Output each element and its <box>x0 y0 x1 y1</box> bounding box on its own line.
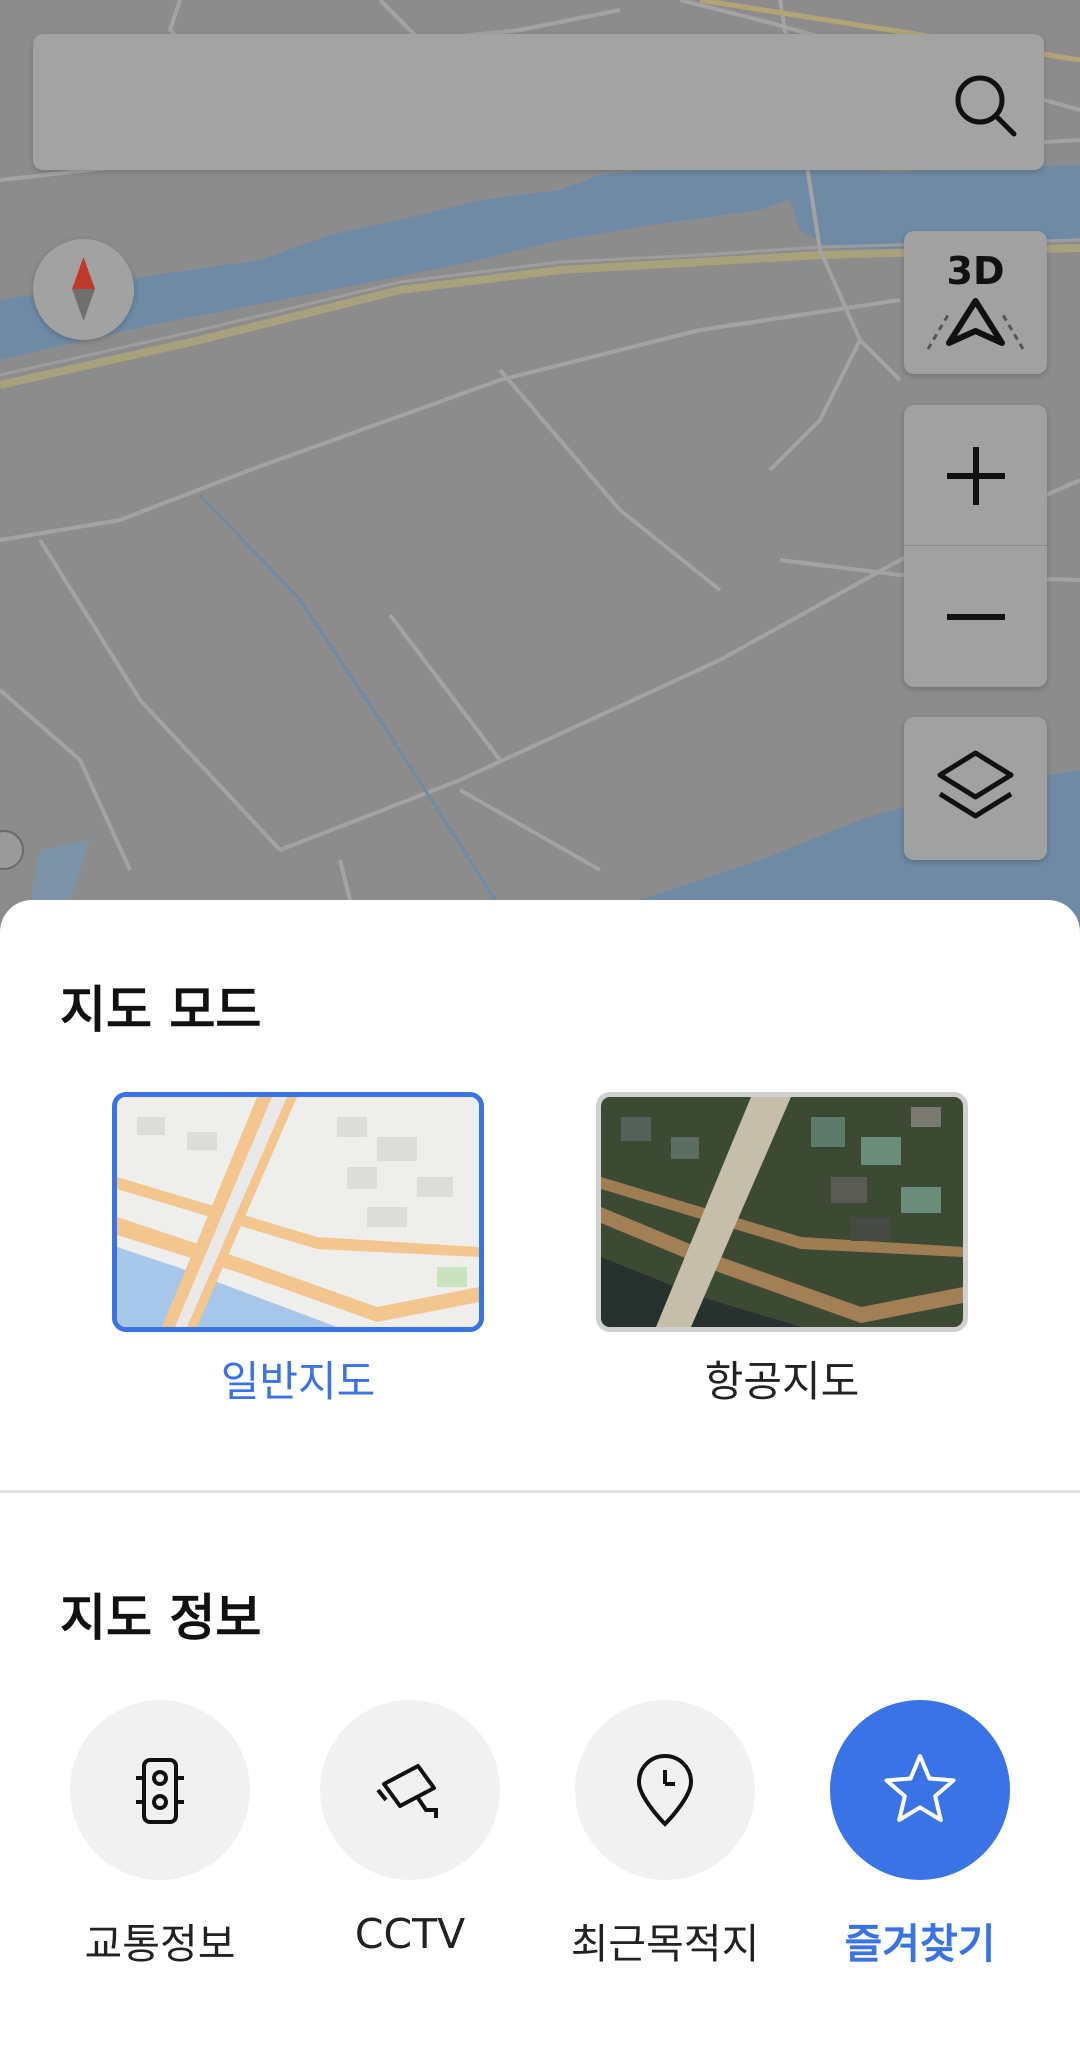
map-view[interactable]: 3D <box>0 0 1080 940</box>
recent-destinations-circle[interactable] <box>575 1700 755 1880</box>
compass-button[interactable] <box>33 239 134 340</box>
recent-destinations-label: 최근목적지 <box>570 1920 760 1968</box>
zoom-out-button[interactable] <box>904 546 1047 687</box>
cctv-circle[interactable] <box>320 1700 500 1880</box>
map-info-title: 지도 정보 <box>60 1589 262 1647</box>
search-bar[interactable] <box>33 34 1044 170</box>
map-options-sheet: 지도 모드 일반지도 항공지도 지도 정보 교통정보 CCTV 최근목적지 즐겨… <box>0 900 1080 2051</box>
normal-map-thumbnail <box>117 1097 479 1327</box>
recent-location-pin-icon <box>636 1753 694 1827</box>
section-divider <box>0 1490 1080 1493</box>
cctv-camera-icon <box>376 1764 438 1818</box>
normal-map-option[interactable] <box>112 1092 484 1332</box>
3d-navigation-arrow-icon <box>926 298 1025 350</box>
cctv-label: CCTV <box>354 1910 466 1958</box>
normal-map-label[interactable]: 일반지도 <box>112 1348 484 1409</box>
zoom-controls <box>904 405 1047 687</box>
map-screen: 3D 지도 모드 일반지도 항공지도 지도 정보 교통정보 CCTV 최근목적지… <box>0 0 1080 2051</box>
search-icon[interactable] <box>950 70 1020 140</box>
zoom-in-button[interactable] <box>904 405 1047 546</box>
traffic-light-icon <box>136 1758 184 1824</box>
minus-icon <box>947 614 1005 620</box>
aerial-map-label[interactable]: 항공지도 <box>596 1348 968 1409</box>
aerial-map-thumbnail <box>601 1097 963 1327</box>
3d-view-button[interactable]: 3D <box>904 231 1047 374</box>
favorites-circle[interactable] <box>830 1700 1010 1880</box>
favorites-label: 즐겨찾기 <box>844 1920 996 1968</box>
map-layers-button[interactable] <box>904 717 1047 860</box>
star-icon <box>884 1754 956 1822</box>
search-input[interactable] <box>61 64 941 140</box>
map-mode-title: 지도 모드 <box>60 981 262 1039</box>
3d-label: 3D <box>946 249 1005 293</box>
favorites-button[interactable]: 즐겨찾기 <box>830 1700 1010 1968</box>
aerial-map-option[interactable] <box>596 1092 968 1332</box>
compass-icon <box>72 257 95 321</box>
recent-destinations-button[interactable]: 최근목적지 <box>571 1700 759 1968</box>
traffic-info-label: 교통정보 <box>84 1920 236 1968</box>
traffic-info-circle[interactable] <box>70 1700 250 1880</box>
layers-icon <box>937 750 1014 819</box>
cctv-button[interactable]: CCTV <box>320 1700 500 1958</box>
plus-icon <box>947 447 1005 505</box>
traffic-info-button[interactable]: 교통정보 <box>70 1700 250 1968</box>
